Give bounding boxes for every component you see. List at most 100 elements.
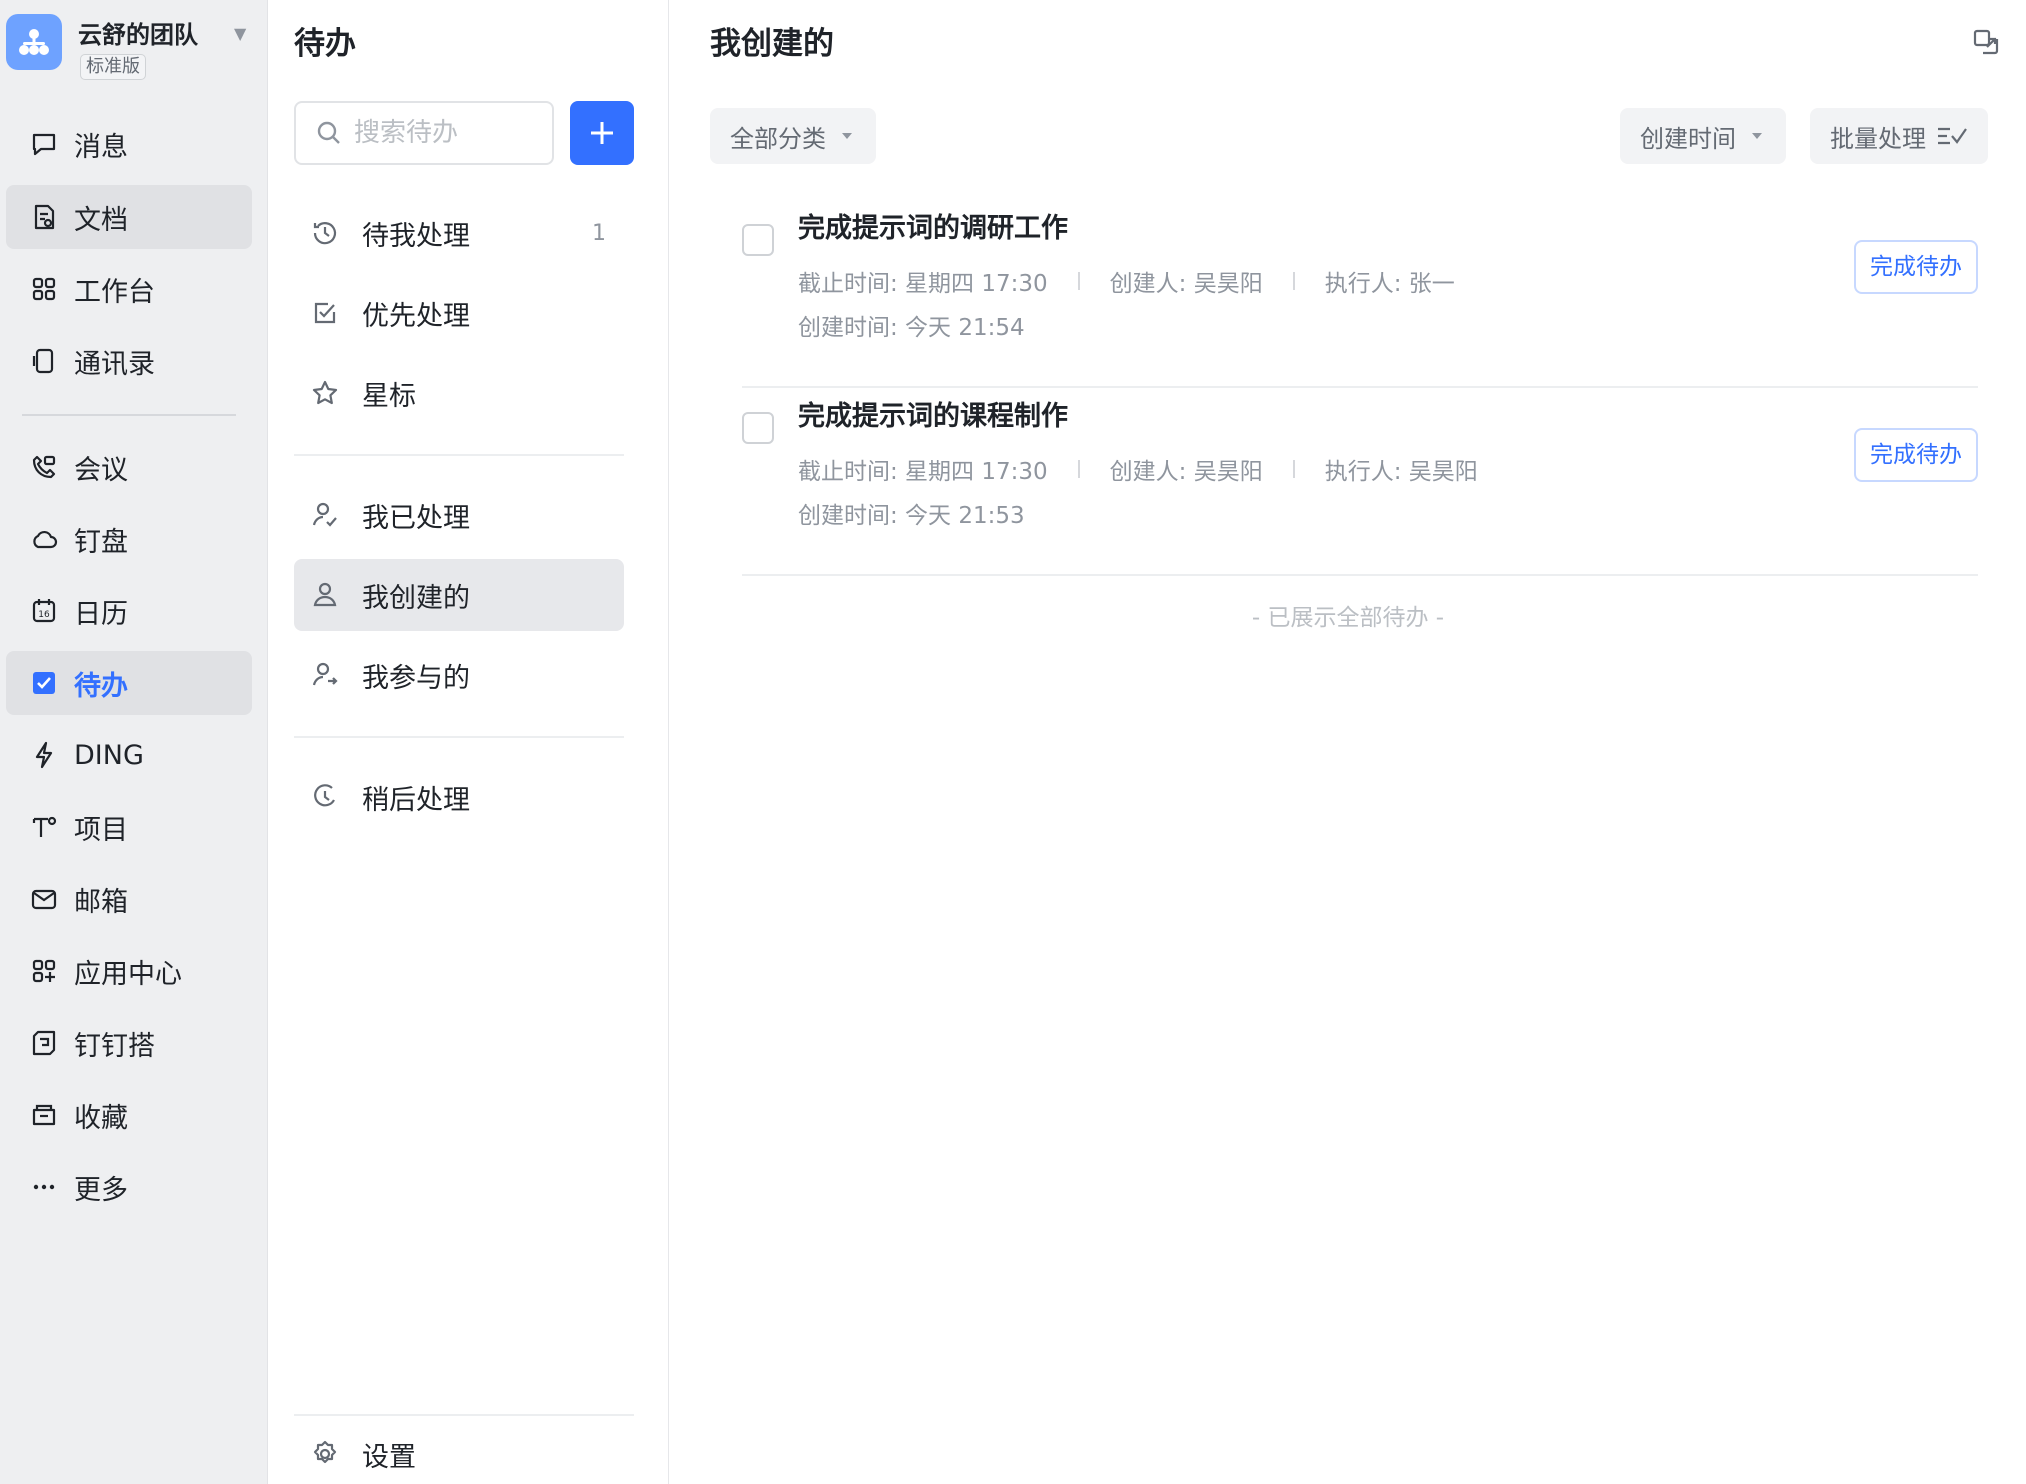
sidebar-item-ding[interactable]: DING [6,723,252,787]
org-icon [19,29,49,55]
sort-dropdown[interactable]: 创建时间 [1620,108,1786,164]
sidebar-item-label: 日历 [74,598,128,630]
message-icon [26,126,62,162]
sidebar-item-label: 文档 [74,204,128,236]
meta-separator [1077,460,1080,478]
filter-divider [294,736,624,738]
filter-item-label: 星标 [362,380,416,412]
todo-assignee: 执行人: 吴昊阳 [1324,459,1478,485]
filter-item-starred[interactable]: 星标 [294,357,624,429]
todo-title: 完成提示词的课程制作 [798,401,1068,432]
caret-down-icon [1750,131,1764,141]
todo-list-panel: 我创建的 全部分类 创建时间 批量处理 完成提示词的调研工作 截止时间: 星期四… [670,0,2026,1484]
sidebar-item-app-center[interactable]: 应用中心 [6,939,252,1003]
cloud-drive-icon [26,521,62,557]
document-icon [26,199,62,235]
open-in-new-window-icon[interactable] [1970,26,2002,58]
page-title: 我创建的 [710,26,834,62]
sidebar-item-project[interactable]: 项目 [6,795,252,859]
sidebar-item-calendar[interactable]: 16 日历 [6,579,252,643]
filter-item-label: 稍后处理 [362,784,470,816]
todo-meta: 截止时间: 星期四 17:30 创建人: 吴昊阳 执行人: 张一 [798,264,1455,298]
filter-item-handled[interactable]: 我已处理 [294,479,624,551]
sidebar-item-docs[interactable]: 文档 [6,185,252,249]
sidebar-item-messages[interactable]: 消息 [6,112,252,176]
filter-item-pending-me[interactable]: 待我处理 1 [294,197,624,269]
search-icon [316,120,342,146]
filter-item-label: 优先处理 [362,300,470,332]
filter-item-priority[interactable]: 优先处理 [294,277,624,349]
settings-divider [294,1414,634,1416]
dingtalk-builder-icon [26,1025,62,1061]
sidebar-item-label: DING [74,739,144,771]
user-check-icon [308,498,342,532]
category-filter-label: 全部分类 [730,124,826,153]
sidebar-item-favorites[interactable]: 收藏 [6,1083,252,1147]
user-icon [308,578,342,612]
sidebar-item-label: 消息 [74,131,128,163]
sidebar-item-label: 应用中心 [74,958,182,990]
mail-icon [26,881,62,917]
plus-icon [591,122,613,144]
todo-checkbox[interactable] [742,412,774,444]
todo-item[interactable]: 完成提示词的调研工作 截止时间: 星期四 17:30 创建人: 吴昊阳 执行人:… [742,200,1978,388]
sidebar-item-label: 邮箱 [74,886,128,918]
complete-todo-button[interactable]: 完成待办 [1854,240,1978,294]
todo-assignee: 执行人: 张一 [1324,271,1455,297]
more-icon [26,1169,62,1205]
todo-created-time: 创建时间: 今天 21:54 [798,315,1025,341]
checkbox-icon [308,296,342,330]
sidebar-item-label: 通讯录 [74,348,155,380]
sidebar-item-workbench[interactable]: 工作台 [6,257,252,321]
todo-created-time: 创建时间: 今天 21:53 [798,503,1025,529]
category-filter-dropdown[interactable]: 全部分类 [710,108,876,164]
project-icon [26,809,62,845]
todo-checkbox[interactable] [742,224,774,256]
snooze-icon [308,780,342,814]
todo-deadline: 截止时间: 星期四 17:30 [798,271,1048,297]
sidebar-item-cloud-drive[interactable]: 钉盘 [6,507,252,571]
search-input[interactable] [354,118,554,148]
sidebar-item-label: 会议 [74,454,128,486]
sidebar-item-label: 收藏 [74,1102,128,1134]
sidebar-item-more[interactable]: 更多 [6,1155,252,1219]
sidebar-item-todo[interactable]: 待办 [6,651,252,715]
nav-divider [22,414,236,416]
filter-count: 1 [592,220,606,246]
todo-icon [26,665,62,701]
workbench-icon [26,271,62,307]
filter-item-label: 我创建的 [362,582,470,614]
batch-process-button[interactable]: 批量处理 [1810,108,1988,164]
filter-item-created-by-me[interactable]: 我创建的 [294,559,624,631]
filter-item-participating[interactable]: 我参与的 [294,639,624,711]
filter-item-label: 我已处理 [362,502,470,534]
sidebar-item-dingtalk-builder[interactable]: 钉钉搭 [6,1011,252,1075]
calendar-icon: 16 [26,593,62,629]
todo-title: 完成提示词的调研工作 [798,213,1068,244]
filter-item-label: 我参与的 [362,662,470,694]
todo-item[interactable]: 完成提示词的课程制作 截止时间: 星期四 17:30 创建人: 吴昊阳 执行人:… [742,388,1978,576]
star-icon [308,376,342,410]
user-share-icon [308,658,342,692]
sidebar-item-label: 项目 [74,814,128,846]
sidebar-item-mail[interactable]: 邮箱 [6,867,252,931]
sidebar-item-label: 钉盘 [74,526,128,558]
settings-item[interactable]: 设置 [294,1418,624,1484]
filter-divider [294,454,624,456]
sidebar-item-label: 更多 [74,1174,128,1206]
gear-icon [308,1437,342,1471]
complete-todo-button[interactable]: 完成待办 [1854,428,1978,482]
contacts-icon [26,343,62,379]
sidebar-item-label: 待办 [74,670,128,702]
team-switcher[interactable]: 云舒的团队 ▼ 标准版 [6,14,262,84]
filter-item-label: 待我处理 [362,220,470,252]
sidebar-item-meeting[interactable]: 会议 [6,435,252,499]
todo-filter-panel: 待办 待我处理 1 优先处理 星标 我已处理 [268,0,669,1484]
ding-icon [26,737,62,773]
sidebar-item-contacts[interactable]: 通讯录 [6,329,252,393]
filter-item-later[interactable]: 稍后处理 [294,761,624,833]
add-todo-button[interactable] [570,101,634,165]
app-sidebar: 云舒的团队 ▼ 标准版 消息 文档 工作台 通讯录 会议 钉盘 16 日历 待办… [0,0,268,1484]
search-box[interactable] [294,101,554,165]
todo-creator: 创建人: 吴昊阳 [1109,459,1263,485]
